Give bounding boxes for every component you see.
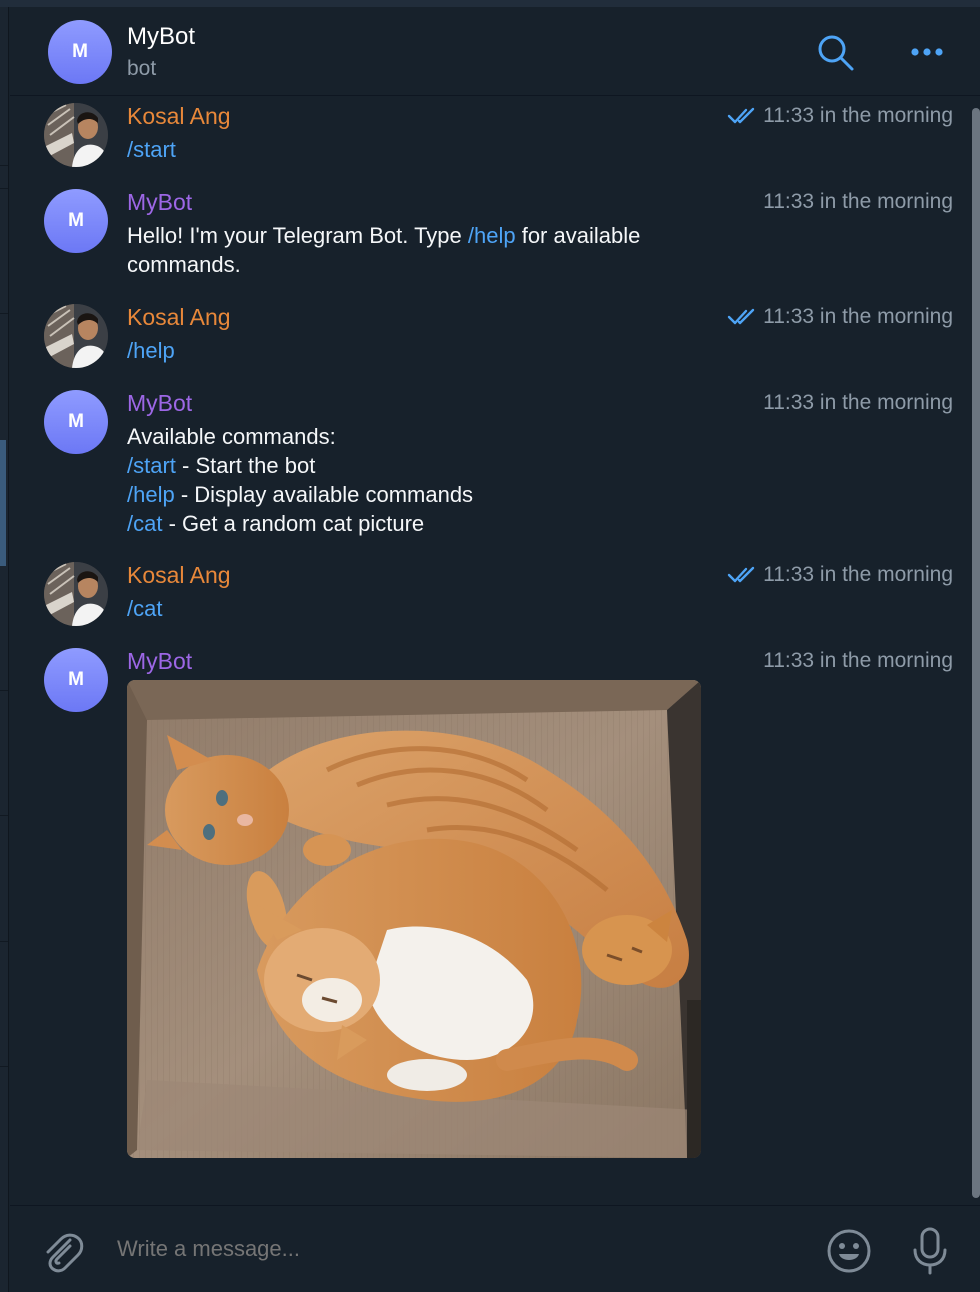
message-item[interactable]: M MyBot 11:33 in the morning Hello! I'm …	[44, 189, 959, 284]
message-input[interactable]	[117, 1236, 797, 1262]
text-span: Available commands:	[127, 424, 336, 449]
user-avatar[interactable]	[44, 304, 108, 368]
chat-subtitle: bot	[127, 57, 157, 80]
sender-name[interactable]: Kosal Ang	[127, 562, 231, 589]
text-span: - Start the bot	[175, 453, 316, 478]
user-avatar[interactable]	[44, 562, 108, 626]
time-label: 11:33 in the morning	[763, 563, 953, 586]
message-item[interactable]: M MyBot 11:33 in the morning Available c…	[44, 390, 959, 540]
message-time: 11:33 in the morning	[763, 391, 953, 415]
avatar-letter: M	[68, 210, 84, 231]
divider	[0, 188, 8, 189]
message-text: /start	[127, 135, 727, 164]
user-avatar[interactable]	[44, 103, 108, 167]
message-text: Hello! I'm your Telegram Bot. Type /help…	[127, 221, 727, 279]
message-text: /cat	[127, 594, 727, 623]
time-label: 11:33 in the morning	[763, 104, 953, 127]
avatar-letter: M	[68, 411, 84, 432]
command-link[interactable]: /help	[127, 482, 175, 507]
message-time: 11:33 in the morning	[727, 305, 953, 329]
chat-list-edge	[0, 7, 9, 1292]
window-top-strip	[0, 0, 980, 7]
text-span: - Get a random cat picture	[162, 511, 425, 536]
chat-header: M MyBot bot	[10, 7, 980, 96]
scrollbar[interactable]	[972, 108, 980, 1198]
message-composer	[10, 1205, 980, 1292]
microphone-icon[interactable]	[908, 1226, 952, 1276]
active-chat-indicator	[0, 440, 6, 566]
divider	[0, 941, 8, 942]
message-text: /help	[127, 336, 727, 365]
message-text: Available commands: /start - Start the b…	[127, 422, 727, 538]
command-link[interactable]: /cat	[127, 596, 162, 621]
text-span: Hello! I'm your Telegram Bot. Type	[127, 223, 468, 248]
sender-name[interactable]: Kosal Ang	[127, 103, 231, 130]
text-span: commands.	[127, 252, 241, 277]
search-icon[interactable]	[815, 32, 855, 72]
message-time: 11:33 in the morning	[763, 649, 953, 673]
command-link[interactable]: /start	[127, 137, 176, 162]
more-icon[interactable]	[907, 37, 947, 67]
command-link[interactable]: /help	[468, 223, 516, 248]
command-link[interactable]: /start	[127, 453, 176, 478]
message-time: 11:33 in the morning	[727, 563, 953, 587]
message-item[interactable]: Kosal Ang 11:33 in the morning /help	[44, 304, 959, 374]
time-label: 11:33 in the morning	[763, 305, 953, 328]
message-item[interactable]: Kosal Ang 11:33 in the morning /start	[44, 103, 959, 173]
text-span: for available	[515, 223, 641, 248]
text-span: - Display available commands	[174, 482, 474, 507]
paperclip-icon[interactable]	[40, 1228, 84, 1274]
emoji-icon[interactable]	[826, 1228, 872, 1274]
divider	[0, 815, 8, 816]
message-time: 11:33 in the morning	[727, 104, 953, 128]
time-label: 11:33 in the morning	[763, 649, 953, 672]
sender-name[interactable]: Kosal Ang	[127, 304, 231, 331]
divider	[0, 165, 8, 166]
divider	[0, 313, 8, 314]
divider	[0, 1066, 8, 1067]
double-check-icon	[727, 566, 755, 583]
command-link[interactable]: /cat	[127, 511, 162, 536]
avatar-letter: M	[72, 41, 88, 62]
message-item[interactable]: Kosal Ang 11:33 in the morning /cat	[44, 562, 959, 632]
avatar-letter: M	[68, 669, 84, 690]
kittens-in-box-photo[interactable]	[127, 680, 701, 1158]
bot-avatar[interactable]: M	[44, 189, 108, 253]
sender-name[interactable]: MyBot	[127, 189, 192, 216]
divider	[0, 690, 8, 691]
chat-title[interactable]: MyBot	[127, 23, 195, 51]
sender-name[interactable]: MyBot	[127, 648, 192, 675]
double-check-icon	[727, 107, 755, 124]
sender-name[interactable]: MyBot	[127, 390, 192, 417]
time-label: 11:33 in the morning	[763, 190, 953, 213]
bot-avatar[interactable]: M	[44, 390, 108, 454]
time-label: 11:33 in the morning	[763, 391, 953, 414]
bot-avatar[interactable]: M	[48, 20, 112, 84]
message-time: 11:33 in the morning	[763, 190, 953, 214]
bot-avatar[interactable]: M	[44, 648, 108, 712]
double-check-icon	[727, 308, 755, 325]
command-link[interactable]: /help	[127, 338, 175, 363]
